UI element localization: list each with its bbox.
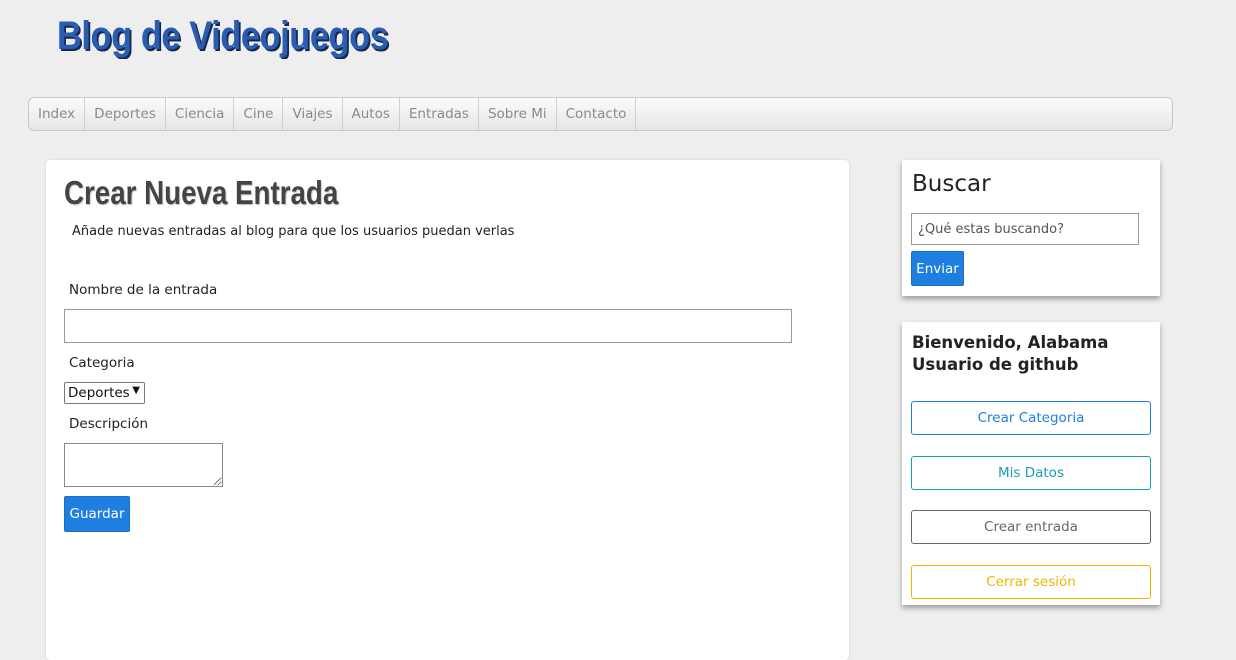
page-subtitle: Añade nuevas entradas al blog para que l… bbox=[72, 224, 515, 239]
category-selected-value: Deportes bbox=[68, 385, 130, 401]
create-entry-card: Crear Nueva Entrada Añade nuevas entrada… bbox=[46, 160, 849, 660]
user-panel-card: Bienvenido, Alabama Usuario de github Cr… bbox=[902, 322, 1160, 605]
site-title: Blog de Videojuegos bbox=[57, 14, 389, 58]
nav-item-contacto[interactable]: Contacto bbox=[557, 98, 637, 130]
save-button[interactable]: Guardar bbox=[64, 496, 130, 532]
create-entry-button[interactable]: Crear entrada bbox=[911, 510, 1151, 544]
description-textarea[interactable] bbox=[64, 443, 223, 487]
logout-button[interactable]: Cerrar sesión bbox=[911, 565, 1151, 599]
nav-item-sobre-mi[interactable]: Sobre Mi bbox=[479, 98, 557, 130]
search-submit-button[interactable]: Enviar bbox=[911, 251, 964, 286]
nav-item-ciencia[interactable]: Ciencia bbox=[166, 98, 235, 130]
dropdown-arrow-icon: ▼ bbox=[132, 385, 140, 396]
page-title: Crear Nueva Entrada bbox=[64, 174, 339, 211]
my-data-button[interactable]: Mis Datos bbox=[911, 456, 1151, 490]
nav-item-cine[interactable]: Cine bbox=[234, 98, 284, 130]
search-card: Buscar Enviar bbox=[902, 160, 1160, 296]
main-navbar: Index Deportes Ciencia Cine Viajes Autos… bbox=[28, 97, 1173, 131]
search-title: Buscar bbox=[912, 171, 991, 197]
welcome-message: Bienvenido, Alabama Usuario de github bbox=[912, 333, 1109, 374]
create-category-button[interactable]: Crear Categoria bbox=[911, 401, 1151, 435]
nav-item-deportes[interactable]: Deportes bbox=[85, 98, 166, 130]
nav-item-viajes[interactable]: Viajes bbox=[283, 98, 343, 130]
nav-item-index[interactable]: Index bbox=[29, 98, 86, 130]
description-label: Descripción bbox=[69, 416, 149, 432]
entry-name-label: Nombre de la entrada bbox=[69, 282, 218, 298]
entry-name-input[interactable] bbox=[64, 309, 792, 343]
nav-item-autos[interactable]: Autos bbox=[343, 98, 400, 130]
category-select[interactable]: Deportes ▼ bbox=[64, 382, 145, 404]
search-input[interactable] bbox=[911, 213, 1139, 245]
category-label: Categoria bbox=[69, 355, 135, 371]
nav-item-entradas[interactable]: Entradas bbox=[400, 98, 479, 130]
